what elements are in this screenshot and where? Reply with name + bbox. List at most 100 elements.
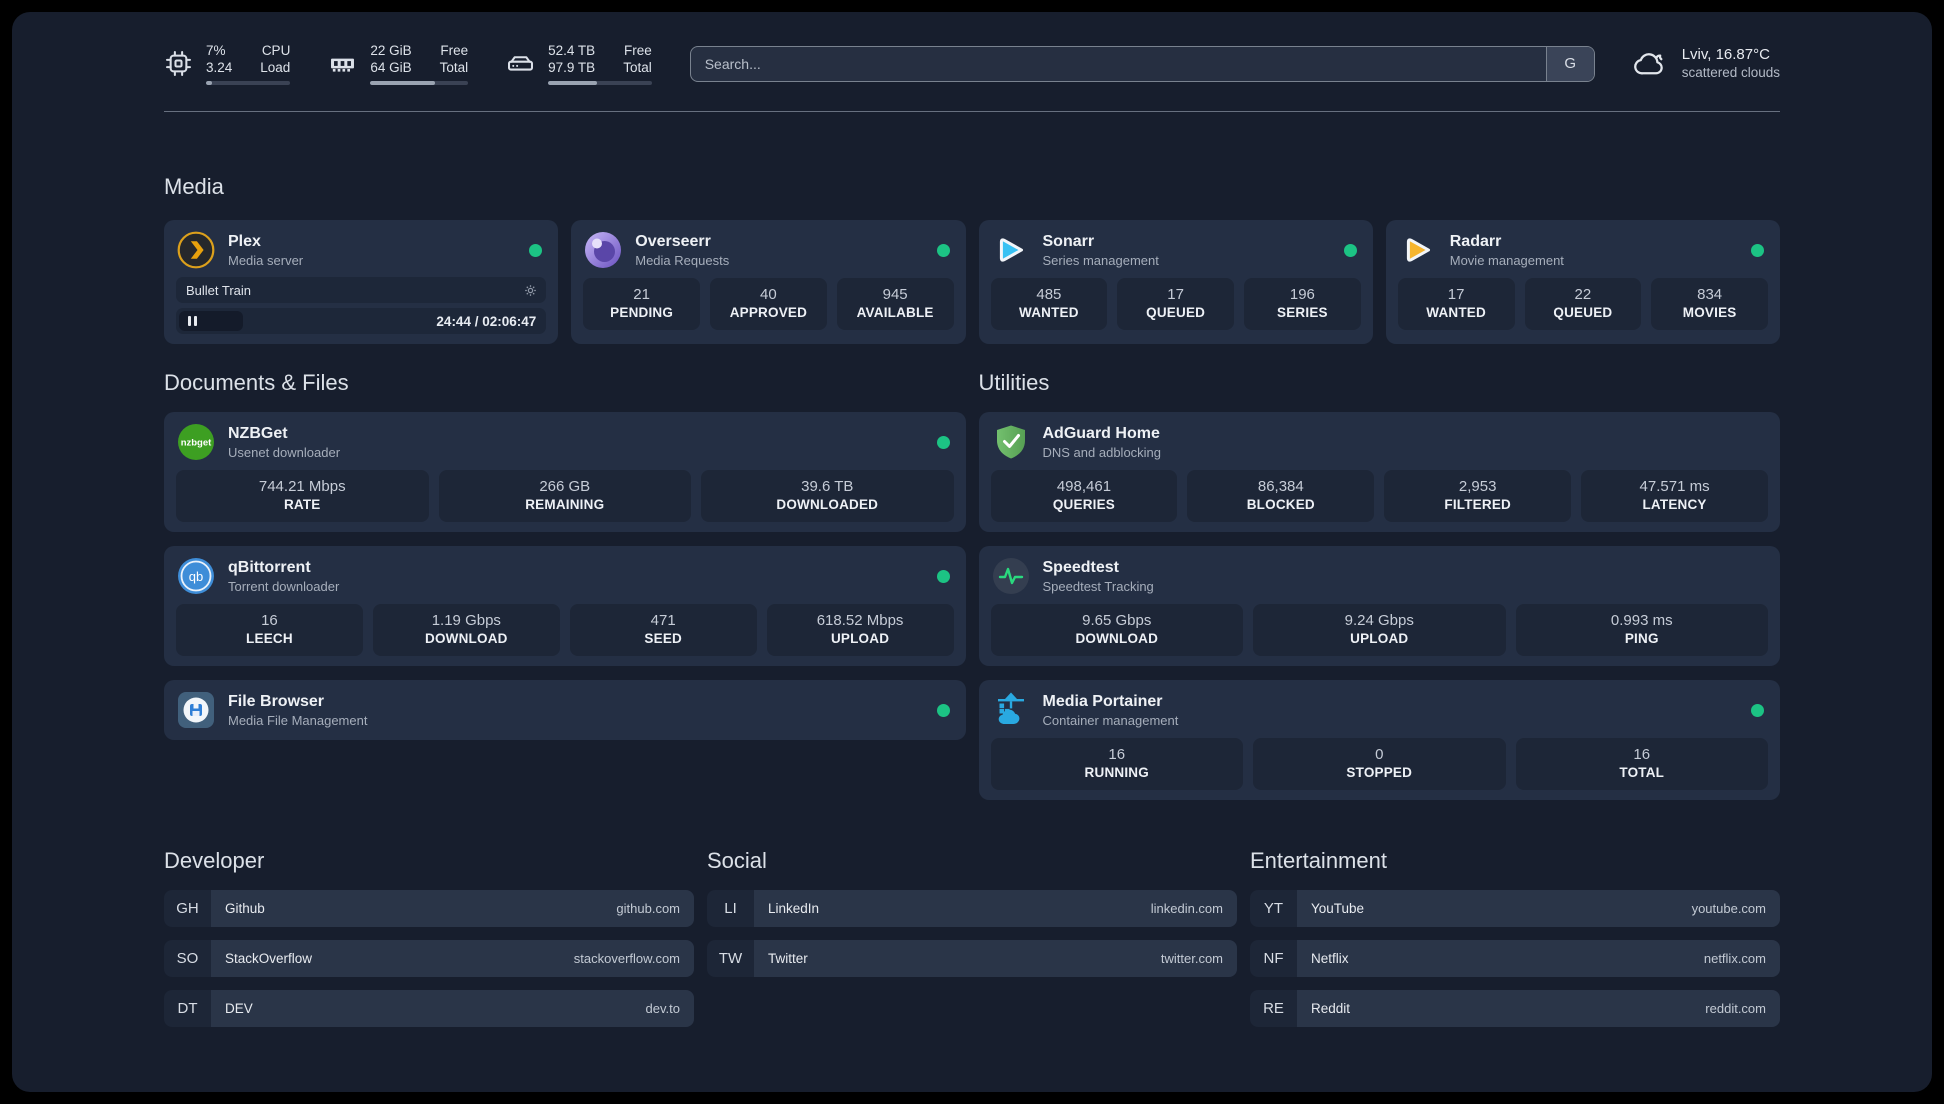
service-subtitle: Movie management <box>1449 252 1564 268</box>
top-bar: 7% 3.24 CPU Load 22 GiB 64 GiB Free Tota… <box>164 42 1780 85</box>
bookmark-github[interactable]: GH Github github.com <box>164 890 694 927</box>
service-card-adguard[interactable]: AdGuard Home DNS and adblocking 498,461 … <box>978 412 1780 532</box>
service-title: AdGuard Home <box>1042 424 1160 442</box>
cpu-widget: 7% 3.24 CPU Load <box>164 42 291 85</box>
cpu-load-value: 3.24 <box>206 60 233 75</box>
service-card-plex[interactable]: Plex Media server Bullet Train 24:44 / 0… <box>164 220 559 344</box>
bookmark-reddit[interactable]: RE Reddit reddit.com <box>1250 990 1780 1027</box>
section-documents: Documents & Files nzbget NZBGet Usenet d… <box>164 370 966 800</box>
playback-time: 24:44 / 02:06:47 <box>436 313 537 329</box>
stat-wanted: 485 WANTED <box>990 278 1108 330</box>
search-input[interactable] <box>690 55 1546 72</box>
bookmark-abbr: TW <box>707 940 754 977</box>
pause-button[interactable] <box>179 311 243 331</box>
memory-total-label: Total <box>439 60 469 75</box>
service-card-portainer[interactable]: Media Portainer Container management 16 … <box>978 680 1780 800</box>
speedtest-icon <box>991 556 1031 596</box>
disk-widget: 52.4 TB 97.9 TB Free Total <box>506 42 652 85</box>
screen-frame: 7% 3.24 CPU Load 22 GiB 64 GiB Free Tota… <box>0 0 1944 1104</box>
bookmark-url: reddit.com <box>1705 1001 1766 1016</box>
bookmark-name: LinkedIn <box>768 901 820 916</box>
cpu-usage-value: 7% <box>206 43 226 58</box>
stat-latency: 47.571 ms LATENCY <box>1581 470 1768 522</box>
status-dot <box>936 435 950 449</box>
search-provider-button[interactable]: G <box>1545 46 1594 81</box>
stat-available: 945 AVAILABLE <box>836 278 954 330</box>
gear-icon[interactable] <box>523 283 538 298</box>
stat-rate: 744.21 Mbps RATE <box>176 470 429 522</box>
qbittorrent-icon: qb <box>176 556 216 596</box>
developer-heading: Developer <box>164 848 265 873</box>
bookmark-url: github.com <box>616 901 680 916</box>
service-card-qbittorrent[interactable]: qb qBittorrent Torrent downloader 16 LEE… <box>164 546 966 666</box>
bookmark-name: StackOverflow <box>225 951 313 966</box>
stat-remaining: 266 GB REMAINING <box>438 470 691 522</box>
bookmark-abbr: SO <box>164 940 211 977</box>
bookmark-dev[interactable]: DT DEV dev.to <box>164 990 694 1027</box>
weather-location: Lviv, 16.87°C <box>1681 46 1770 63</box>
adguard-icon <box>991 422 1031 462</box>
stat-wanted: 17 WANTED <box>1397 278 1515 330</box>
stat-stopped: 0 STOPPED <box>1253 738 1506 790</box>
portainer-icon <box>991 690 1031 730</box>
bookmark-name: Reddit <box>1311 1001 1351 1016</box>
bookmark-youtube[interactable]: YT YouTube youtube.com <box>1250 890 1780 927</box>
service-subtitle: Torrent downloader <box>228 578 340 594</box>
overseerr-icon <box>583 230 623 270</box>
topbar-divider <box>164 111 1780 112</box>
memory-free-value: 22 GiB <box>370 43 412 58</box>
weather-widget: Lviv, 16.87°C scattered clouds <box>1631 45 1780 82</box>
status-dot <box>936 703 950 717</box>
plex-icon <box>176 230 216 270</box>
bookmark-linkedin[interactable]: LI LinkedIn linkedin.com <box>707 890 1237 927</box>
bookmark-twitter[interactable]: TW Twitter twitter.com <box>707 940 1237 977</box>
radarr-icon <box>1398 230 1438 270</box>
service-subtitle: Media Requests <box>635 252 730 268</box>
documents-heading: Documents & Files <box>164 370 349 395</box>
service-subtitle: Media File Management <box>228 712 368 728</box>
status-dot <box>1751 703 1764 717</box>
memory-progress-fill <box>370 81 435 85</box>
service-title: NZBGet <box>228 424 288 442</box>
memory-readout: 22 GiB 64 GiB Free Total <box>370 42 469 85</box>
stat-upload: 618.52 Mbps UPLOAD <box>766 604 954 656</box>
service-card-nzbget[interactable]: nzbget NZBGet Usenet downloader 744.21 M… <box>164 412 966 532</box>
filebrowser-icon <box>176 690 216 730</box>
dashboard: 7% 3.24 CPU Load 22 GiB 64 GiB Free Tota… <box>12 12 1932 1092</box>
bookmark-stackoverflow[interactable]: SO StackOverflow stackoverflow.com <box>164 940 694 977</box>
cpu-icon <box>164 49 193 78</box>
service-card-filebrowser[interactable]: File Browser Media File Management <box>164 680 966 740</box>
service-title: Plex <box>228 232 261 250</box>
weather-text: Lviv, 16.87°C scattered clouds <box>1682 45 1780 82</box>
status-dot <box>1751 243 1764 257</box>
stat-blocked: 86,384 BLOCKED <box>1187 470 1375 522</box>
entertainment-heading: Entertainment <box>1250 848 1387 873</box>
stat-download: 1.19 Gbps DOWNLOAD <box>372 604 560 656</box>
stat-upload: 9.24 Gbps UPLOAD <box>1253 604 1506 656</box>
service-title: Sonarr <box>1042 232 1095 250</box>
sonarr-icon <box>991 230 1031 270</box>
bookmark-name: Netflix <box>1311 951 1349 966</box>
service-card-sonarr[interactable]: Sonarr Series management 485 WANTED 17 Q… <box>978 220 1373 344</box>
stat-approved: 40 APPROVED <box>710 278 827 330</box>
social-heading: Social <box>707 848 767 873</box>
memory-progress-track <box>370 81 469 85</box>
service-subtitle: Usenet downloader <box>228 444 341 460</box>
disk-icon <box>506 49 535 78</box>
bookmark-netflix[interactable]: NF Netflix netflix.com <box>1250 940 1780 977</box>
stat-pending: 21 PENDING <box>583 278 700 330</box>
pause-icon <box>188 316 191 326</box>
bookmark-abbr: DT <box>164 990 211 1027</box>
service-card-radarr[interactable]: Radarr Movie management 17 WANTED 22 QUE… <box>1385 220 1780 344</box>
stat-queued: 17 QUEUED <box>1117 278 1234 330</box>
search-bar: G <box>689 45 1595 82</box>
bookmark-name: Twitter <box>768 951 808 966</box>
service-subtitle: Media server <box>228 252 304 268</box>
service-card-speedtest[interactable]: Speedtest Speedtest Tracking 9.65 Gbps D… <box>978 546 1780 666</box>
disk-free-value: 52.4 TB <box>548 43 596 58</box>
service-subtitle: Speedtest Tracking <box>1042 578 1154 594</box>
memory-total-value: 64 GiB <box>370 60 412 75</box>
stat-movies: 834 MOVIES <box>1651 278 1768 330</box>
service-card-overseerr[interactable]: Overseerr Media Requests 21 PENDING 40 A… <box>571 220 966 344</box>
bookmark-url: dev.to <box>645 1001 680 1016</box>
